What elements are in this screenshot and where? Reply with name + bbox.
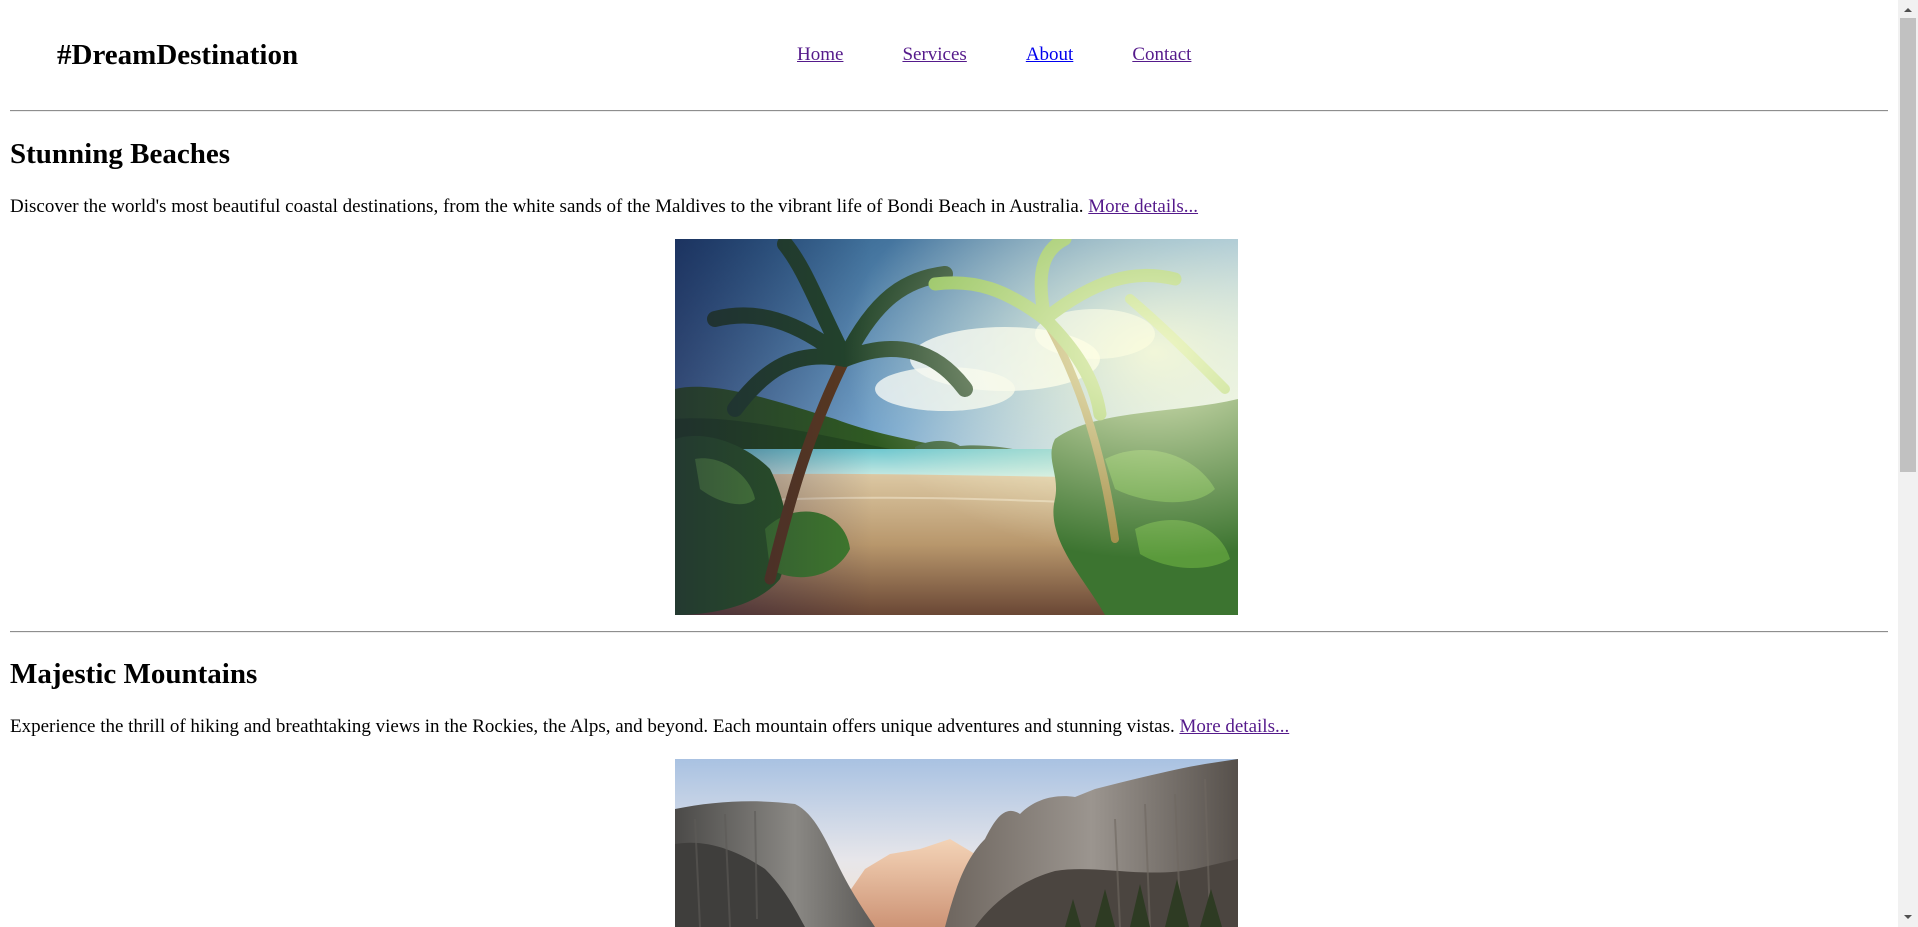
vertical-scrollbar[interactable] <box>1898 0 1918 927</box>
beach-photo <box>675 239 1238 615</box>
section-description-text: Discover the world's most beautiful coas… <box>10 196 1084 217</box>
more-details-link[interactable]: More details... <box>1179 716 1289 737</box>
section-description: Experience the thrill of hiking and brea… <box>10 714 1289 740</box>
scrollbar-thumb[interactable] <box>1900 18 1916 472</box>
nav-link-about[interactable]: About <box>1026 42 1074 68</box>
section-description: Discover the world's most beautiful coas… <box>10 194 1198 220</box>
section-title: Stunning Beaches <box>10 138 230 170</box>
site-header: #DreamDestination Home Services About Co… <box>0 0 1898 110</box>
site-logo[interactable]: #DreamDestination <box>57 36 298 74</box>
main-nav: Home Services About Contact <box>797 42 1191 68</box>
section-title: Majestic Mountains <box>10 658 258 690</box>
section-divider <box>10 631 1888 633</box>
nav-link-services[interactable]: Services <box>902 42 966 68</box>
mountain-photo <box>675 759 1238 927</box>
scroll-up-arrow-icon[interactable] <box>1902 4 1914 16</box>
header-divider <box>10 110 1888 112</box>
page: #DreamDestination Home Services About Co… <box>0 0 1898 927</box>
nav-link-home[interactable]: Home <box>797 42 843 68</box>
scroll-down-arrow-icon[interactable] <box>1902 911 1914 923</box>
more-details-link[interactable]: More details... <box>1088 196 1198 217</box>
section-description-text: Experience the thrill of hiking and brea… <box>10 716 1175 737</box>
nav-link-contact[interactable]: Contact <box>1132 42 1191 68</box>
